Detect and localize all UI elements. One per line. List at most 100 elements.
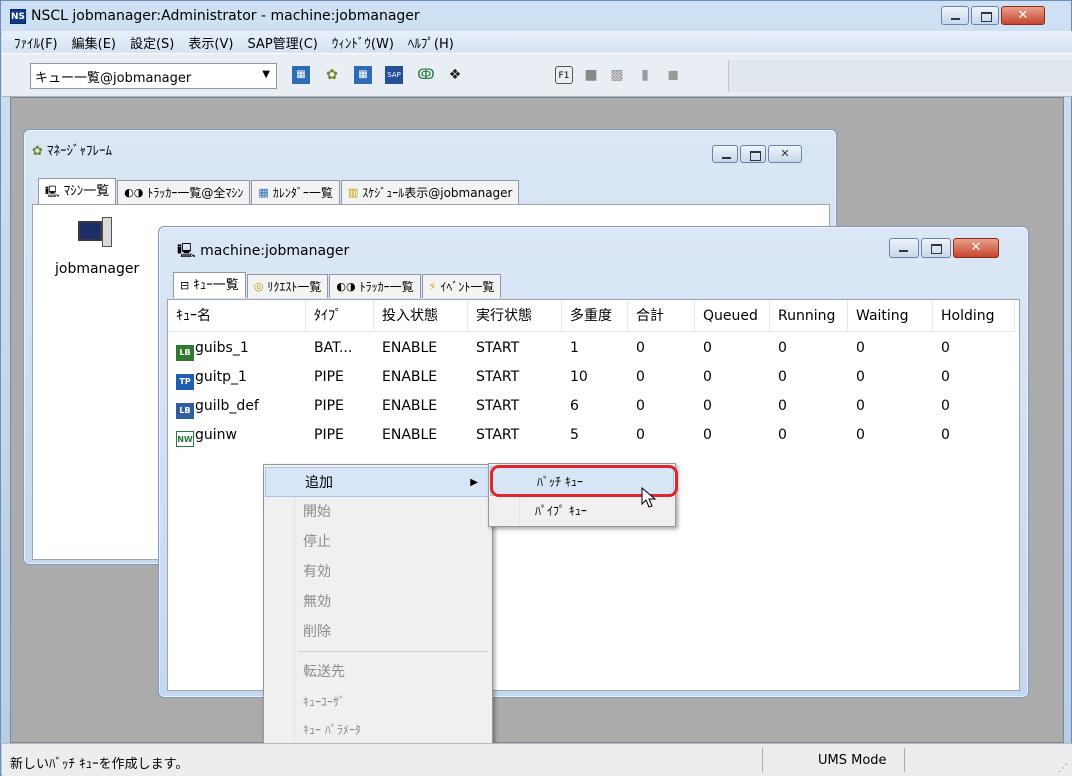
resize-grip-icon[interactable]: ⋰ (1058, 763, 1068, 774)
minimize-button[interactable] (941, 6, 969, 25)
menu-item-label: 削除 (303, 624, 331, 640)
tab-tracker-all[interactable]: ◐◑ ﾄﾗｯｶｰ一覧@全ﾏｼﾝ (117, 180, 251, 204)
multiplicity: 10 (570, 369, 588, 385)
column-header[interactable]: ｷｭｰ名 (168, 300, 306, 332)
sap-icon[interactable]: SAP (385, 66, 403, 84)
minimize-button[interactable] (712, 145, 738, 163)
mouse-cursor-icon (641, 487, 657, 508)
menu-item-delete[interactable]: 削除 (264, 617, 492, 647)
menu-item-label: 有効 (303, 564, 331, 580)
menu-window[interactable]: ｳｨﾝﾄﾞｳ(W) (325, 33, 401, 52)
toolbar-spacer (728, 60, 1072, 92)
document-icon[interactable]: ▮ (636, 66, 654, 84)
column-header[interactable]: 実行状態 (468, 300, 562, 332)
menu-item-add[interactable]: 追加 ▶ (265, 467, 491, 497)
menu-settings[interactable]: 設定(S) (123, 33, 181, 52)
minimize-button[interactable] (889, 238, 919, 258)
menu-item-queue-user[interactable]: ｷｭｰﾕｰｻﾞ (264, 687, 492, 717)
tab-machine-list[interactable]: 🖳 ﾏｼﾝ一覧 (38, 178, 117, 204)
close-button[interactable]: ✕ (1001, 6, 1045, 25)
menu-item-disable[interactable]: 無効 (264, 587, 492, 617)
queue-type: PIPE (314, 398, 344, 414)
tab-calendar-list[interactable]: ▦ ｶﾚﾝﾀﾞｰ一覧 (251, 180, 340, 204)
column-header[interactable]: Queued (695, 300, 770, 332)
tab-schedule-view[interactable]: ▥ ｽｹｼﾞｭｰﾙ表示@jobmanager (340, 180, 520, 204)
column-header[interactable]: 投入状態 (374, 300, 468, 332)
f1-help-icon[interactable]: F1 (555, 66, 573, 84)
menu-item-enable[interactable]: 有効 (264, 557, 492, 587)
close-button[interactable]: ✕ (768, 145, 802, 163)
submit-state: ENABLE (382, 340, 438, 356)
combo-value: キュー一覧@jobmanager (35, 70, 192, 86)
running: 0 (778, 398, 787, 414)
menu-sap[interactable]: SAP管理(C) (240, 33, 324, 52)
column-header[interactable]: Holding (933, 300, 1015, 332)
network-icon[interactable]: ↂ (417, 66, 435, 84)
total: 0 (636, 369, 645, 385)
waiting: 0 (856, 427, 865, 443)
machine-icon[interactable]: ▩ (608, 66, 626, 84)
tab-label: ｶﾚﾝﾀﾞｰ一覧 (272, 185, 333, 200)
menu-file[interactable]: ﾌｧｲﾙ(F) (2, 33, 65, 52)
menu-edit[interactable]: 編集(E) (65, 33, 123, 52)
run-state: START (476, 340, 520, 356)
column-header[interactable]: ﾀｲﾌﾟ (306, 300, 374, 332)
table-row[interactable]: TP guitp_1 PIPE ENABLE START 10 0 0 0 0 0 (168, 363, 1015, 392)
run-state: START (476, 398, 520, 414)
tab-queue-list[interactable]: ⊟ ｷｭｰ一覧 (173, 272, 246, 298)
calendar-icon[interactable]: ▦ (354, 66, 372, 84)
tower-shape (102, 217, 112, 247)
run-state: START (476, 427, 520, 443)
tracker-icon[interactable]: ◼ (664, 66, 682, 84)
machine-window-controls: ✕ (887, 238, 999, 258)
menu-item-transfer[interactable]: 転送先 (264, 657, 492, 687)
menu-item-label: ｷｭｰ ﾊﾟﾗﾒｰﾀ (303, 723, 361, 737)
machine-label[interactable]: jobmanager (55, 261, 139, 277)
status-mode: UMS Mode (818, 753, 887, 768)
main-window: NS NSCL jobmanager:Administrator - machi… (0, 0, 1072, 776)
running: 0 (778, 369, 787, 385)
tab-request-list[interactable]: ◎ ﾘｸｴｽﾄ一覧 (246, 274, 329, 298)
menu-item-start[interactable]: 開始 (264, 497, 492, 527)
manager-frame-tabs: 🖳 ﾏｼﾝ一覧 ◐◑ ﾄﾗｯｶｰ一覧@全ﾏｼﾝ ▦ ｶﾚﾝﾀﾞｰ一覧 ▥ ｽｹｼﾞｭｰﾙ… (38, 178, 520, 204)
folder-icon[interactable]: ■ (582, 66, 600, 84)
binoculars-icon[interactable]: ❖ (446, 66, 464, 84)
view-combo[interactable]: キュー一覧@jobmanager ▼ (30, 63, 277, 89)
manager-frame-icon[interactable]: ✿ (323, 66, 341, 84)
menu-item-stop[interactable]: 停止 (264, 527, 492, 557)
tab-tracker-list[interactable]: ◐◑ ﾄﾗｯｶｰ一覧 (329, 274, 421, 298)
queue-list-icon[interactable]: ▦ (292, 66, 310, 84)
close-button[interactable]: ✕ (953, 238, 999, 258)
event-icon: ⚡ (428, 279, 437, 293)
table-header: ｷｭｰ名 ﾀｲﾌﾟ 投入状態 実行状態 多重度 合計 Queued Runnin… (168, 300, 1015, 332)
menu-item-label: 開始 (303, 504, 331, 520)
table-row[interactable]: LB guibs_1 BAT... ENABLE START 1 0 0 0 0 … (168, 334, 1015, 363)
machine-window-title-row: 🖳 machine:jobmanager (177, 240, 349, 264)
tracker-icon: ◐◑ (336, 279, 356, 293)
chevron-down-icon[interactable]: ▼ (262, 69, 270, 80)
table-row[interactable]: NW guinw PIPE ENABLE START 5 0 0 0 0 0 (168, 421, 1015, 450)
manager-frame-title-row: ✿ ﾏﾈｰｼﾞｬﾌﾚｰﾑ (32, 140, 112, 159)
column-header[interactable]: 多重度 (562, 300, 628, 332)
menu-item-queue-params[interactable]: ｷｭｰ ﾊﾟﾗﾒｰﾀ (264, 715, 492, 745)
submit-state: ENABLE (382, 427, 438, 443)
menu-bar: ﾌｧｲﾙ(F) 編集(E) 設定(S) 表示(V) SAP管理(C) ｳｨﾝﾄﾞ… (2, 31, 1072, 53)
column-header[interactable]: Running (770, 300, 848, 332)
maximize-button[interactable] (740, 145, 766, 163)
manager-frame-title: ﾏﾈｰｼﾞｬﾌﾚｰﾑ (47, 144, 113, 159)
column-header[interactable]: Waiting (848, 300, 933, 332)
holding: 0 (941, 340, 950, 356)
maximize-button[interactable] (921, 238, 951, 258)
status-message: 新しいﾊﾞｯﾁ ｷｭｰを作成します。 (10, 757, 189, 772)
table-row[interactable]: LB guilb_def PIPE ENABLE START 6 0 0 0 0 … (168, 392, 1015, 421)
machine-computer-icon[interactable] (78, 217, 112, 249)
title-bar[interactable]: NS NSCL jobmanager:Administrator - machi… (1, 1, 1072, 31)
chevron-right-icon: ▶ (470, 477, 478, 488)
column-header[interactable]: 合計 (628, 300, 695, 332)
maximize-button[interactable] (971, 6, 999, 25)
tab-label: ﾄﾗｯｶｰ一覧@全ﾏｼﾝ (147, 185, 244, 200)
submit-state: ENABLE (382, 398, 438, 414)
menu-help[interactable]: ﾍﾙﾌﾟ(H) (401, 33, 461, 52)
tab-event-list[interactable]: ⚡ ｲﾍﾞﾝﾄ一覧 (421, 274, 502, 298)
menu-view[interactable]: 表示(V) (181, 33, 240, 52)
